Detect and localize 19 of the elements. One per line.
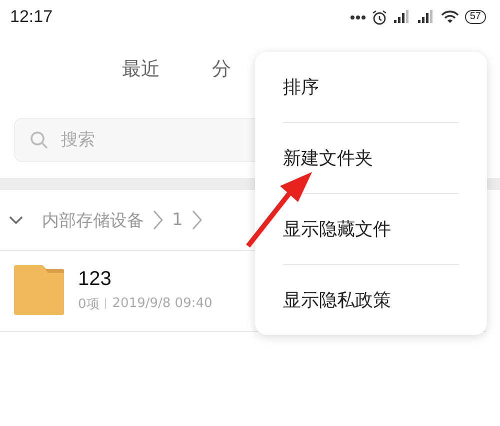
tab[interactable]: 最近 [122,56,160,82]
signal-icon [392,10,411,24]
signal-icon [416,10,435,24]
battery-icon: 57 [464,10,486,24]
wifi-icon [440,10,459,24]
item-count: 0项 [78,296,100,312]
folder-icon [14,265,64,315]
menu-item[interactable]: 显示隐私政策 [283,265,459,335]
tab[interactable]: 分 [212,56,231,82]
search-icon [30,131,48,149]
more-icon [350,14,366,20]
file-name[interactable]: 123 [78,268,212,290]
chevron-down-icon[interactable] [8,215,24,225]
menu-item[interactable]: 排序 [283,52,459,123]
alarm-icon [372,10,387,24]
chevron-right-icon [152,209,164,231]
chevron-right-icon [190,209,203,231]
status-time: 12:17 [10,7,53,27]
file-date: 2019/9/8 09:40 [112,296,212,311]
